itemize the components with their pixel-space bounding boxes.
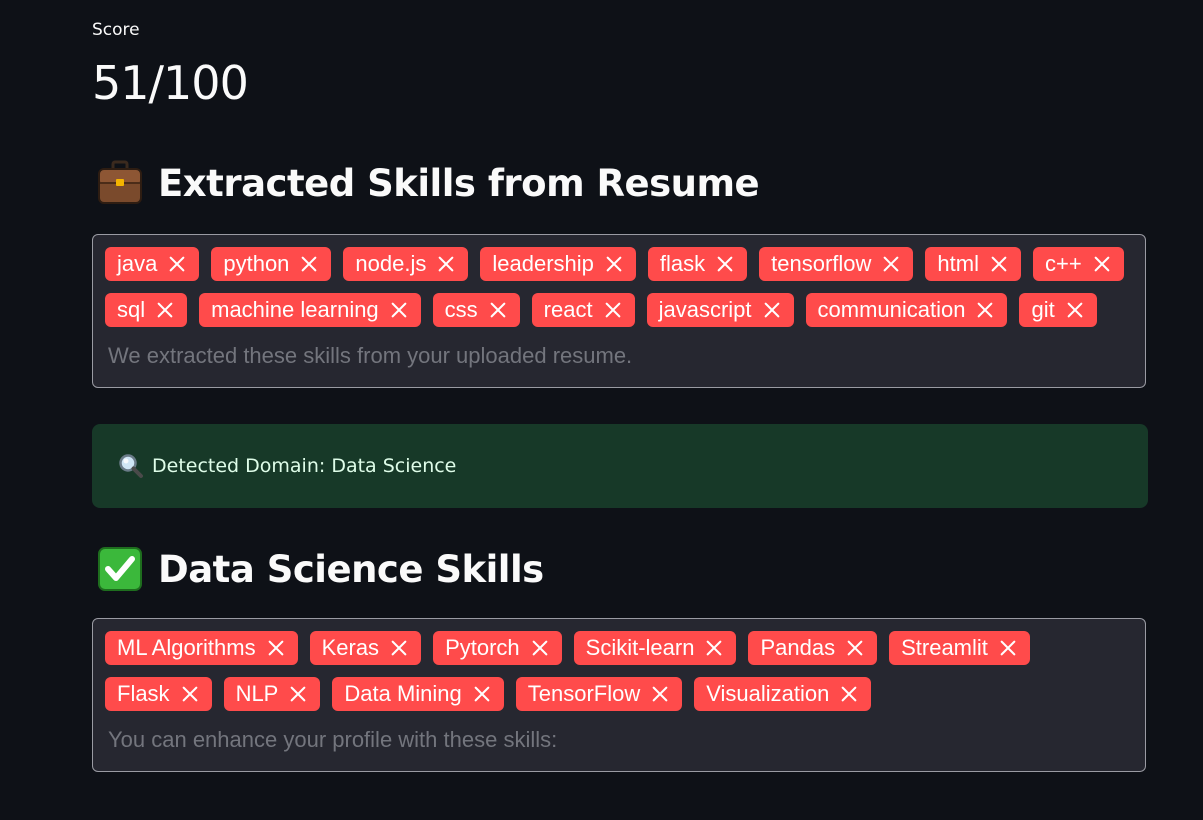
- domain-skill-tag-label: Flask: [117, 681, 170, 706]
- domain-skill-tag-label: Visualization: [706, 681, 830, 706]
- extracted-skill-tag[interactable]: css: [432, 293, 520, 327]
- remove-tag-icon[interactable]: [839, 684, 859, 704]
- extracted-skill-tag[interactable]: python: [211, 247, 332, 281]
- remove-tag-icon[interactable]: [1092, 254, 1112, 274]
- extracted-skill-tag[interactable]: git: [1019, 293, 1097, 327]
- extracted-skill-tag-label: javascript: [658, 297, 752, 322]
- extracted-skill-tag-label: react: [543, 297, 593, 322]
- remove-tag-icon[interactable]: [1065, 300, 1085, 320]
- remove-tag-icon[interactable]: [989, 254, 1009, 274]
- magnifying-glass-icon: [118, 453, 144, 479]
- remove-tag-icon[interactable]: [299, 254, 319, 274]
- domain-skill-tag-label: Pandas: [760, 635, 836, 660]
- remove-tag-icon[interactable]: [650, 684, 670, 704]
- extracted-skill-tag[interactable]: java: [105, 247, 200, 281]
- remove-tag-icon[interactable]: [603, 300, 623, 320]
- domain-skill-tag[interactable]: Visualization: [694, 677, 872, 711]
- domain-skill-tag[interactable]: Pandas: [748, 631, 878, 665]
- remove-tag-icon[interactable]: [436, 254, 456, 274]
- domain-skill-tag[interactable]: Data Mining: [332, 677, 504, 711]
- domain-skill-tag-label: Pytorch: [445, 635, 520, 660]
- extracted-skill-tag-label: git: [1031, 297, 1055, 322]
- domain-skill-tag[interactable]: Flask: [105, 677, 212, 711]
- remove-tag-icon[interactable]: [715, 254, 735, 274]
- extracted-skill-tag[interactable]: tensorflow: [759, 247, 914, 281]
- domain-skill-tag[interactable]: NLP: [223, 677, 321, 711]
- extracted-skill-tag-label: java: [117, 251, 158, 276]
- extracted-skill-tag-label: tensorflow: [771, 251, 872, 276]
- remove-tag-icon[interactable]: [530, 638, 550, 658]
- extracted-skill-tag-label: node.js: [355, 251, 427, 276]
- domain-skill-tag[interactable]: Keras: [309, 631, 422, 665]
- domain-skill-tag[interactable]: ML Algorithms: [105, 631, 298, 665]
- extracted-skill-tag[interactable]: communication: [805, 293, 1008, 327]
- extracted-skill-tag-label: flask: [659, 251, 706, 276]
- remove-tag-icon[interactable]: [604, 254, 624, 274]
- domain-skill-tag[interactable]: Streamlit: [889, 631, 1030, 665]
- extracted-skill-tag-label: python: [223, 251, 290, 276]
- domain-skill-tag-label: TensorFlow: [527, 681, 641, 706]
- domain-skill-tag-label: ML Algorithms: [117, 635, 256, 660]
- extracted-skill-tag-label: html: [937, 251, 979, 276]
- domain-skills-title: Data Science Skills: [158, 547, 544, 591]
- remove-tag-icon[interactable]: [180, 684, 200, 704]
- domain-skills-multiselect[interactable]: ML Algorithms Keras Pytorch Scikit-learn Pan…: [92, 618, 1146, 772]
- remove-tag-icon[interactable]: [288, 684, 308, 704]
- extracted-skill-tag[interactable]: react: [531, 293, 635, 327]
- remove-tag-icon[interactable]: [389, 638, 409, 658]
- domain-skill-tag[interactable]: Pytorch: [433, 631, 562, 665]
- extracted-skills-heading: Extracted Skills from Resume: [96, 160, 760, 206]
- domain-skill-tag-label: Keras: [321, 635, 380, 660]
- domain-skill-tag-label: NLP: [235, 681, 279, 706]
- remove-tag-icon[interactable]: [881, 254, 901, 274]
- remove-tag-icon[interactable]: [762, 300, 782, 320]
- remove-tag-icon[interactable]: [155, 300, 175, 320]
- remove-tag-icon[interactable]: [845, 638, 865, 658]
- remove-tag-icon[interactable]: [167, 254, 187, 274]
- remove-tag-icon[interactable]: [488, 300, 508, 320]
- extracted-skill-tag-label: css: [444, 297, 478, 322]
- briefcase-icon: [96, 160, 144, 206]
- extracted-skill-tag[interactable]: javascript: [646, 293, 794, 327]
- remove-tag-icon[interactable]: [266, 638, 286, 658]
- remove-tag-icon[interactable]: [389, 300, 409, 320]
- extracted-skill-placeholder[interactable]: We extracted these skills from your uplo…: [105, 339, 632, 373]
- score-value: 51/100: [92, 56, 249, 110]
- extracted-skills-title: Extracted Skills from Resume: [158, 161, 760, 205]
- extracted-skill-tag[interactable]: node.js: [343, 247, 469, 281]
- extracted-skill-tag[interactable]: sql: [105, 293, 188, 327]
- domain-skill-tag-label: Streamlit: [901, 635, 988, 660]
- detected-domain-text: Detected Domain: Data Science: [152, 455, 457, 477]
- score-label: Score: [92, 20, 140, 40]
- domain-skill-placeholder[interactable]: You can enhance your profile with these …: [105, 723, 557, 757]
- remove-tag-icon[interactable]: [975, 300, 995, 320]
- remove-tag-icon[interactable]: [998, 638, 1018, 658]
- extracted-skill-tag[interactable]: html: [925, 247, 1021, 281]
- remove-tag-icon[interactable]: [472, 684, 492, 704]
- detected-domain-alert: Detected Domain: Data Science: [92, 424, 1148, 508]
- extracted-skill-tag[interactable]: c++: [1032, 247, 1124, 281]
- domain-skill-tag-label: Scikit-learn: [585, 635, 695, 660]
- extracted-skill-tag-label: sql: [117, 297, 146, 322]
- extracted-skill-tag-label: c++: [1044, 251, 1082, 276]
- extracted-skill-tag-label: communication: [817, 297, 966, 322]
- domain-skills-heading: Data Science Skills: [96, 546, 544, 592]
- extracted-skill-tag[interactable]: machine learning: [199, 293, 421, 327]
- domain-skill-tag[interactable]: TensorFlow: [515, 677, 683, 711]
- remove-tag-icon[interactable]: [704, 638, 724, 658]
- check-mark-icon: [96, 546, 144, 592]
- extracted-skills-multiselect[interactable]: java python node.js leadership flask tensorfl…: [92, 234, 1146, 388]
- domain-skill-tag-label: Data Mining: [344, 681, 462, 706]
- extracted-skill-tag[interactable]: flask: [647, 247, 748, 281]
- extracted-skill-tag[interactable]: leadership: [480, 247, 636, 281]
- domain-skill-tag[interactable]: Scikit-learn: [573, 631, 737, 665]
- extracted-skill-tag-label: leadership: [492, 251, 594, 276]
- extracted-skill-tag-label: machine learning: [211, 297, 379, 322]
